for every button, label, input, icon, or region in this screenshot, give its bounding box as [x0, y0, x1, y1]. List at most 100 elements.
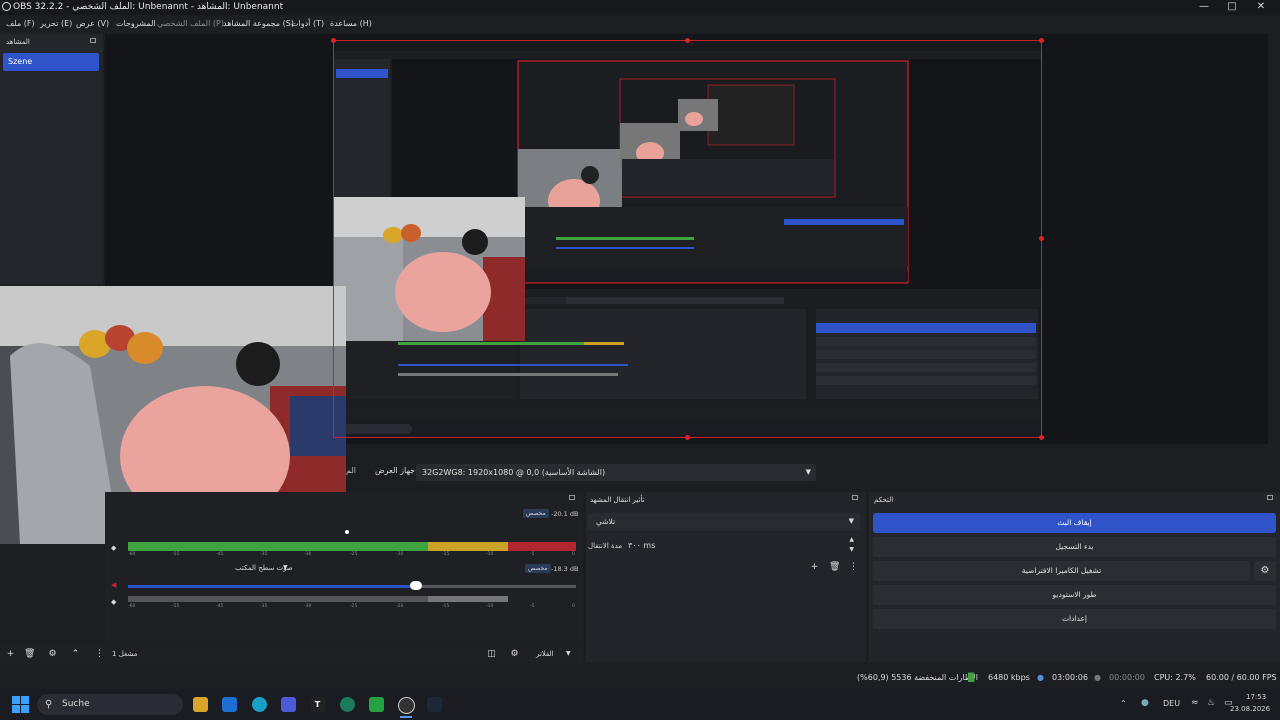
maximize-button[interactable]: □: [1218, 0, 1246, 15]
resize-handle[interactable]: [685, 435, 690, 440]
minimize-button[interactable]: —: [1190, 0, 1218, 15]
windows-start-icon[interactable]: [12, 696, 29, 713]
edge-icon[interactable]: [252, 697, 267, 712]
tick: -20: [396, 552, 404, 557]
audio-mixer-dock: -20.1 dB مخصص ◆ -60 -55 -45 -35 -30 -25 …: [105, 492, 583, 642]
add-icon[interactable]: +: [809, 562, 820, 573]
stream-icon: ●: [1037, 673, 1044, 682]
add-icon[interactable]: +: [5, 649, 16, 660]
channel1-meter-green: [128, 542, 428, 551]
fps: 60.00 / 60.00 FPS: [1206, 673, 1277, 682]
mute-speaker-icon[interactable]: ◆: [111, 598, 116, 606]
menu-help[interactable]: مساعدة (H): [330, 16, 372, 31]
chevron-down-icon: ▼: [283, 564, 288, 571]
source-properties-bar: الم جهاز العرض 32G2WG8: 1920x1080 @ 0,0 …: [346, 462, 816, 484]
menu-profile[interactable]: الملف الشخصي (P): [157, 16, 224, 31]
gear-icon[interactable]: ⚙: [47, 649, 58, 660]
trash-icon[interactable]: 🗑: [829, 562, 840, 573]
app-icon[interactable]: [340, 697, 355, 712]
channel2-badge[interactable]: مخصص: [525, 564, 551, 573]
channel2-volume-slider[interactable]: [128, 585, 416, 588]
resize-handle[interactable]: [1039, 236, 1044, 241]
undock-icon[interactable]: [1267, 495, 1273, 500]
channel1-volume-knob[interactable]: [345, 530, 349, 534]
tick: -60: [128, 604, 136, 609]
transition-select[interactable]: تلاشي ▼: [588, 513, 860, 531]
language-indicator[interactable]: DEU: [1163, 699, 1180, 708]
undock-icon[interactable]: [852, 495, 858, 500]
more-icon[interactable]: ⋮: [94, 649, 105, 660]
chevron-down-icon: ▼: [805, 468, 811, 476]
settings-button[interactable]: إعدادات: [873, 609, 1276, 629]
volume-icon[interactable]: ♨: [1207, 698, 1215, 708]
clock-time[interactable]: 17:53: [1246, 693, 1266, 701]
file-explorer-icon[interactable]: [193, 697, 208, 712]
clock-date[interactable]: 23.08.2026: [1230, 705, 1270, 713]
channel1-db: -20.1 dB: [551, 510, 579, 518]
chevron-down-icon[interactable]: ▼: [849, 546, 854, 553]
duration-spinbox[interactable]: ٣٠٠ ms ▲ ▼: [624, 536, 860, 556]
taskbar-search[interactable]: ⚲ Suche: [37, 694, 183, 715]
columns-icon[interactable]: ◫: [486, 649, 497, 660]
stop-stream-button[interactable]: إيقاف البث: [873, 513, 1276, 533]
window-title: OBS 32.2.2 - الملف الشخصي: Unbenannt - ا…: [13, 2, 284, 12]
mute-speaker-icon[interactable]: ◆: [111, 544, 116, 552]
channel1-badge[interactable]: مخصص: [523, 509, 549, 518]
channel2-meter: [128, 596, 428, 602]
scene-item[interactable]: Szene: [3, 53, 99, 71]
wifi-icon[interactable]: ≈: [1191, 698, 1199, 708]
undock-icon[interactable]: [569, 495, 575, 500]
tick: 0: [572, 552, 575, 557]
close-button[interactable]: ✕: [1247, 0, 1275, 15]
resize-handle[interactable]: [1039, 38, 1044, 43]
source-selection-frame[interactable]: [333, 40, 1042, 438]
tiktok-icon[interactable]: T: [310, 697, 325, 712]
gear-icon[interactable]: ⚙: [1254, 561, 1276, 581]
resize-handle[interactable]: [685, 38, 690, 43]
tick: -30: [304, 604, 312, 609]
filters-button[interactable]: الفلاتر: [536, 650, 554, 658]
channel2-volume-knob[interactable]: [410, 581, 422, 590]
whatsapp-icon[interactable]: [369, 697, 384, 712]
resize-handle[interactable]: [331, 38, 336, 43]
tick: -60: [128, 552, 136, 557]
taskbar: [0, 689, 1280, 720]
dropped-frames: الإطارات المنخفضة 5536 (60,9%): [857, 673, 979, 682]
resize-handle[interactable]: [1039, 435, 1044, 440]
trash-icon[interactable]: 🗑: [24, 649, 35, 660]
studio-mode-button[interactable]: طور الاستوديو: [873, 585, 1276, 605]
display-select[interactable]: 32G2WG8: 1920x1080 @ 0,0 (الشاشة الأساسي…: [416, 464, 816, 481]
tick: -5: [530, 604, 535, 609]
menu-tools[interactable]: أدوات (T): [291, 16, 324, 31]
speaker-icon[interactable]: ◀: [111, 581, 116, 589]
teams-icon[interactable]: [281, 697, 296, 712]
settings-icon[interactable]: ⚙: [509, 649, 520, 660]
tick: -15: [442, 604, 450, 609]
obs-icon[interactable]: [398, 697, 415, 714]
menu-edit[interactable]: تحرير (E): [40, 16, 72, 31]
outlook-icon[interactable]: [222, 697, 237, 712]
chevron-up-icon[interactable]: ▲: [849, 536, 854, 543]
menu-view[interactable]: عرض (V): [76, 16, 109, 31]
chevron-down-icon: ▼: [848, 517, 854, 525]
menu-file[interactable]: ملف (F): [6, 16, 35, 31]
tick: 0: [572, 604, 575, 609]
steam-icon[interactable]: [427, 697, 442, 712]
virtual-camera-button[interactable]: تشغيل الكاميرا الافتراضية: [873, 561, 1250, 581]
signal-icon: █: [968, 673, 975, 682]
menu-docks[interactable]: المشروحات: [116, 16, 156, 31]
tick: -25: [350, 604, 358, 609]
status-bar: الإطارات المنخفضة 5536 (60,9%) █ 6480 kb…: [0, 667, 1280, 689]
source-bar-label: جهاز العرض: [375, 466, 416, 475]
tick: -30: [304, 552, 312, 557]
record-time: 00:00:00: [1109, 673, 1145, 682]
microphone-icon[interactable]: ●: [1141, 698, 1149, 708]
tick: -35: [260, 604, 268, 609]
channel2-meter-mid: [428, 596, 508, 602]
start-recording-button[interactable]: بدء التسجيل: [873, 537, 1276, 557]
menu-scene-collection[interactable]: مجموعة المشاهد (S): [223, 16, 294, 31]
tray-chevron-up-icon[interactable]: ⌃: [1120, 699, 1127, 708]
more-icon[interactable]: ⋮: [848, 562, 859, 573]
chevron-up-icon[interactable]: ⌃: [70, 649, 81, 660]
undock-icon[interactable]: [90, 38, 96, 43]
